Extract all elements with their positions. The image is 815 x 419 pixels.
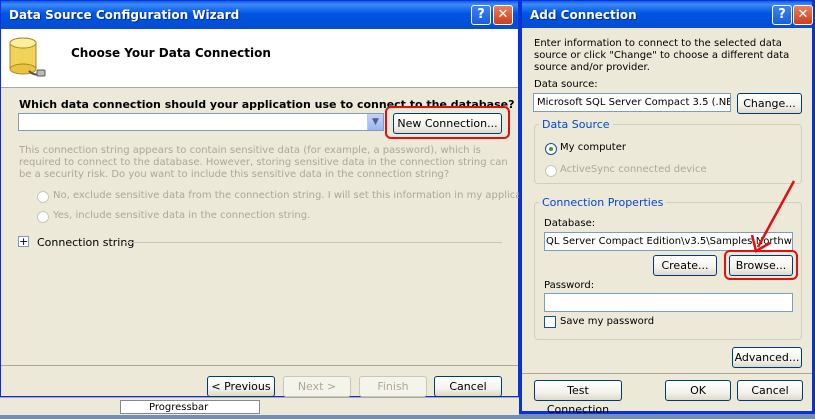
exclude-sensitive-label: No, exclude sensitive data from the conn… [53, 190, 572, 201]
arrow-annotation-icon [750, 180, 796, 253]
expand-toggle[interactable]: + [18, 236, 29, 247]
data-source-group [534, 124, 802, 184]
activesync-label: ActiveSync connected device [560, 164, 707, 175]
save-password-checkbox[interactable] [544, 316, 556, 328]
close-button[interactable]: ✕ [793, 5, 813, 25]
sensitive-info-text: This connection string appears to contai… [19, 145, 508, 180]
add-connection-title: Add Connection [530, 8, 637, 22]
connection-dropdown[interactable]: ▼ [18, 113, 384, 131]
ok-button[interactable]: OK [665, 380, 731, 401]
close-button[interactable]: ✕ [493, 5, 513, 25]
advanced-button[interactable]: Advanced... [732, 347, 802, 368]
header-title: Choose Your Data Connection [71, 46, 271, 60]
wizard-title: Data Source Configuration Wizard [9, 8, 240, 22]
wizard-titlebar[interactable]: Data Source Configuration Wizard ? ✕ [1, 1, 518, 29]
help-button[interactable]: ? [772, 5, 792, 25]
database-label: Database: [544, 218, 596, 229]
help-button[interactable]: ? [471, 5, 491, 25]
intro-text: Enter information to connect to the sele… [534, 38, 790, 73]
footer-separator [522, 373, 812, 374]
connection-string-label: Connection string [37, 236, 135, 249]
footer-separator [1, 365, 518, 366]
my-computer-radio[interactable] [545, 143, 557, 155]
next-button[interactable]: Next > [283, 376, 351, 397]
test-connection-button[interactable]: Test Connection [534, 380, 622, 416]
previous-button[interactable]: < Previous [207, 376, 275, 397]
background-item: Progressbar [120, 400, 260, 414]
finish-button[interactable]: Finish [359, 376, 427, 397]
add-connection-titlebar[interactable]: Add Connection ? ✕ [522, 1, 813, 28]
chevron-down-icon[interactable]: ▼ [367, 114, 383, 130]
data-source-group-label: Data Source [539, 118, 613, 131]
include-sensitive-label: Yes, include sensitive data in the conne… [53, 210, 311, 221]
change-button[interactable]: Change... [737, 93, 802, 114]
data-source-label: Data source: [534, 79, 598, 90]
activesync-radio[interactable] [545, 165, 557, 177]
create-button[interactable]: Create... [653, 255, 717, 276]
database-icon [9, 37, 46, 77]
wizard-window: Data Source Configuration Wizard ? ✕ Cho… [0, 0, 571, 397]
cancel-button[interactable]: Cancel [434, 376, 502, 397]
connection-properties-label: Connection Properties [539, 196, 667, 209]
cancel-button[interactable]: Cancel [737, 380, 803, 401]
my-computer-label: My computer [560, 142, 626, 153]
exclude-sensitive-radio[interactable] [37, 191, 49, 203]
save-password-label: Save my password [560, 316, 655, 327]
data-source-field[interactable]: Microsoft SQL Server Compact 3.5 (.NET F… [533, 93, 731, 112]
password-field[interactable] [544, 293, 793, 312]
wizard-header: Choose Your Data Connection [1, 29, 518, 88]
include-sensitive-radio[interactable] [37, 211, 49, 223]
new-connection-highlight [385, 106, 510, 139]
divider [125, 242, 502, 243]
password-label: Password: [544, 280, 595, 291]
add-connection-window: Add Connection ? ✕ Enter information to … [519, 0, 815, 416]
